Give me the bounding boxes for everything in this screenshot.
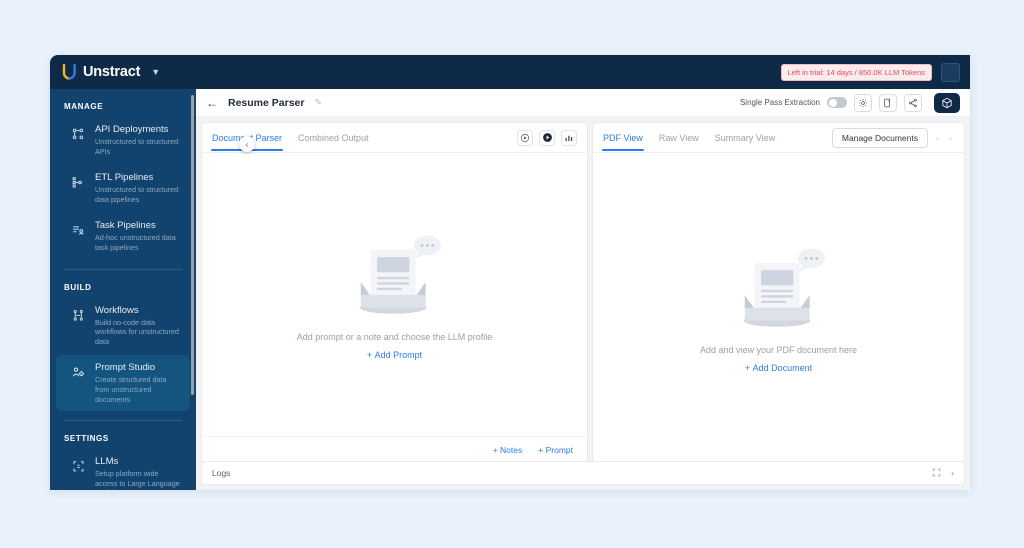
sidebar-item-workflows[interactable]: Workflows Build no-code data workflows f… <box>56 298 190 354</box>
sidebar-section-build: BUILD <box>64 282 92 292</box>
task-pipelines-icon <box>70 220 87 237</box>
sidebar-item-prompt-studio[interactable]: Prompt Studio Create structured data fro… <box>56 355 190 412</box>
breadcrumb-bar: ← Resume Parser ✎ Single Pass Extraction <box>196 89 970 117</box>
chevron-left-icon[interactable]: ‹ <box>934 133 941 143</box>
top-navbar: Unstract ▼ Left in trial: 14 days / 850.… <box>50 55 970 89</box>
left-empty-state: Add prompt or a note and choose the LLM … <box>202 153 587 436</box>
manage-documents-button[interactable]: Manage Documents <box>831 127 928 148</box>
right-panel-actions: Manage Documents ‹ › <box>831 127 954 148</box>
trial-status-badge[interactable]: Left in trial: 14 days / 850.0K LLM Toke… <box>780 63 932 81</box>
logs-label: Logs <box>212 468 231 478</box>
avatar[interactable] <box>941 62 960 82</box>
back-arrow-icon[interactable]: ← <box>206 96 218 110</box>
api-deployments-icon <box>70 124 87 141</box>
document-view-panel: PDF View Raw View Summary View Manage Do… <box>593 123 964 462</box>
add-prompt-footer-label: Prompt <box>545 444 573 455</box>
chevron-down-icon[interactable]: ▼ <box>151 67 160 77</box>
collapse-sidebar-button[interactable]: ‹ <box>239 136 255 152</box>
document-icon[interactable] <box>879 93 897 112</box>
add-prompt-link[interactable]: + Add Prompt <box>367 350 422 360</box>
add-notes-label: Notes <box>500 444 523 455</box>
screenshot-root: Unstract ▼ Left in trial: 14 days / 850.… <box>0 0 1024 548</box>
sidebar-item-subtitle: Ad-hoc unstructured data task pipelines <box>95 233 176 252</box>
box-cube-icon[interactable] <box>934 92 960 113</box>
right-panel-tabs: PDF View Raw View Summary View Manage Do… <box>593 123 964 153</box>
sidebar-divider <box>64 420 182 422</box>
left-panel-actions <box>517 129 577 146</box>
sidebar-item-text: API Deployments Unstructured to structur… <box>95 124 180 156</box>
share-icon[interactable] <box>904 93 922 112</box>
workflows-icon <box>70 305 87 322</box>
sidebar: MANAGE API Deployments Unstructured to s… <box>50 89 196 490</box>
sidebar-item-task-pipelines[interactable]: Task Pipelines Ad-hoc unstructured data … <box>56 213 190 259</box>
left-empty-text: Add prompt or a note and choose the LLM … <box>296 331 493 342</box>
sidebar-scrollbar[interactable] <box>191 95 194 395</box>
run-filled-icon[interactable] <box>539 129 555 146</box>
single-pass-label: Single Pass Extraction <box>739 98 820 107</box>
sidebar-item-subtitle: Build no-code data workflows for unstruc… <box>95 317 179 346</box>
sidebar-item-title: Workflows <box>95 304 139 316</box>
app-window: Unstract ▼ Left in trial: 14 days / 850.… <box>50 55 970 490</box>
tab-pdf-view[interactable]: PDF View <box>602 125 644 151</box>
navbar-right: Left in trial: 14 days / 850.0K LLM Toke… <box>780 62 970 82</box>
sidebar-item-title: ETL Pipelines <box>95 172 154 184</box>
right-empty-text: Add and view your PDF document here <box>699 344 858 355</box>
sidebar-item-title: API Deployments <box>95 124 169 135</box>
run-outline-icon[interactable] <box>517 129 533 146</box>
expand-icon[interactable] <box>932 468 941 479</box>
right-empty-state: Add and view your PDF document here + Ad… <box>593 153 964 462</box>
sidebar-item-title: LLMs <box>95 456 119 468</box>
tab-summary-view[interactable]: Summary View <box>715 125 775 150</box>
settings-gear-icon[interactable] <box>854 93 872 112</box>
main-area: ← Resume Parser ✎ Single Pass Extraction <box>196 89 970 490</box>
panels-container: Document Parser Combined Output Add prom… <box>196 117 970 462</box>
unstract-logo-icon <box>62 64 77 80</box>
add-prompt-label: Add Prompt <box>374 349 423 360</box>
sidebar-item-text: Prompt Studio Create structured data fro… <box>95 362 180 404</box>
chart-icon[interactable] <box>561 129 577 146</box>
add-notes-button[interactable]: + Notes <box>493 445 523 455</box>
sidebar-item-text: Workflows Build no-code data workflows f… <box>95 305 180 347</box>
add-document-label: Add Document <box>752 362 813 373</box>
empty-pdf-illustration <box>743 248 825 327</box>
logs-bar[interactable]: Logs › <box>202 462 964 484</box>
edit-pencil-icon[interactable]: ✎ <box>314 97 322 108</box>
document-parser-panel: Document Parser Combined Output Add prom… <box>202 123 587 462</box>
llms-icon <box>70 456 87 473</box>
brand-name: Unstract <box>83 64 141 80</box>
sidebar-divider <box>64 268 182 270</box>
sidebar-item-title: Prompt Studio <box>95 362 156 374</box>
tab-raw-view[interactable]: Raw View <box>659 125 699 150</box>
etl-pipelines-icon <box>70 172 87 189</box>
sidebar-item-text: ETL Pipelines Unstructured to structured… <box>95 172 180 204</box>
left-panel-footer: + Notes + Prompt <box>202 436 587 462</box>
empty-document-illustration <box>359 235 441 314</box>
sidebar-item-title: Task Pipelines <box>95 220 156 232</box>
chevron-right-icon[interactable]: › <box>947 133 954 143</box>
add-document-link[interactable]: + Add Document <box>745 363 812 373</box>
page-title: Resume Parser <box>228 96 305 109</box>
logs-actions: › <box>932 468 954 479</box>
sidebar-item-text: Task Pipelines Ad-hoc unstructured data … <box>95 220 180 252</box>
sidebar-item-subtitle: Create structured data from unstructured… <box>95 375 167 404</box>
logs-chevron-right-icon[interactable]: › <box>951 468 954 479</box>
sidebar-section-manage: MANAGE <box>64 102 104 111</box>
sidebar-item-subtitle: Setup platform wide access to Large Lang… <box>95 469 180 490</box>
sidebar-item-llms[interactable]: LLMs Setup platform wide access to Large… <box>56 449 190 490</box>
add-prompt-button[interactable]: + Prompt <box>538 445 573 455</box>
single-pass-toggle[interactable] <box>827 97 847 108</box>
sidebar-item-etl-pipelines[interactable]: ETL Pipelines Unstructured to structured… <box>56 165 190 211</box>
sidebar-section-settings: SETTINGS <box>64 434 109 444</box>
sidebar-item-subtitle: Unstructured to structured data pipeline… <box>95 185 179 204</box>
sidebar-item-text: LLMs Setup platform wide access to Large… <box>95 456 180 490</box>
brand-logo[interactable]: Unstract ▼ <box>50 64 186 80</box>
prompt-studio-icon <box>70 362 87 379</box>
sidebar-item-subtitle: Unstructured to structured APIs <box>95 137 179 156</box>
tab-combined-output[interactable]: Combined Output <box>298 125 369 150</box>
left-panel-tabs: Document Parser Combined Output <box>202 123 587 153</box>
sidebar-item-api-deployments[interactable]: API Deployments Unstructured to structur… <box>56 117 190 163</box>
breadcrumb-actions: Single Pass Extraction <box>739 92 960 113</box>
